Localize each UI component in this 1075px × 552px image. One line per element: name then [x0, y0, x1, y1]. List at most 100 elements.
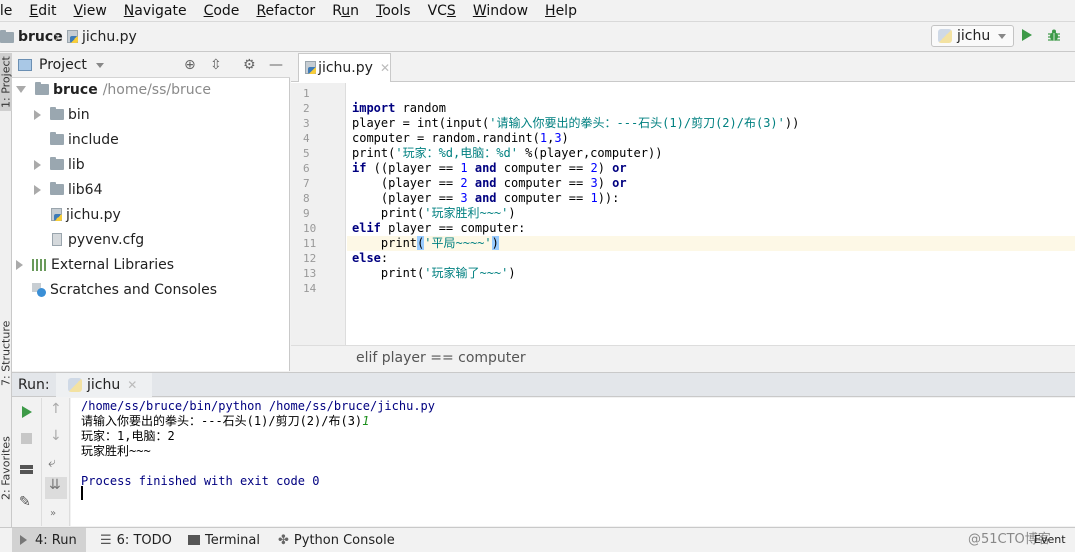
menu-vcs[interactable]: VCS [419, 3, 464, 19]
code-line[interactable]: import random [347, 101, 1075, 116]
scroll-to-end-icon[interactable]: ⇊ [45, 477, 67, 499]
run-configuration-select[interactable]: jichu [931, 25, 1014, 47]
menu-code[interactable]: Code [195, 3, 248, 19]
tree-item-label: Scratches and Consoles [50, 281, 217, 298]
menu-tools[interactable]: Tools [367, 3, 419, 19]
run-icon[interactable] [1022, 29, 1032, 41]
arrow-up-icon[interactable]: ↑ [50, 401, 62, 417]
run-tab-label: jichu [87, 377, 121, 393]
python-file-icon [304, 61, 317, 75]
stop-icon[interactable] [21, 433, 32, 444]
tool-tab-label: 4: Run [35, 532, 77, 548]
collapse-icon[interactable]: ⇳ [210, 57, 222, 73]
python-icon: ✤ [278, 532, 289, 548]
tree-item-bruce[interactable]: bruce /home/ss/bruce [16, 77, 211, 102]
menu-navigate[interactable]: Navigate [115, 3, 195, 19]
code-line[interactable]: player = int(input('请输入你要出的拳头：---石头(1)/剪… [347, 116, 1075, 131]
tree-item-jichu-py[interactable]: jichu.py [50, 202, 121, 227]
editor-tab-jichu-py[interactable]: jichu.py ✕ [298, 53, 391, 82]
menu-edit[interactable]: Edit [20, 3, 64, 19]
code-line[interactable]: computer = random.randint(1,3) [347, 131, 1075, 146]
line-number: 7 [303, 177, 310, 190]
menu-file[interactable]: ile [0, 3, 20, 19]
tree-item-bin[interactable]: bin [34, 102, 90, 127]
line-number: 3 [303, 117, 310, 130]
rerun-icon[interactable] [22, 406, 32, 418]
run-toolbar-primary: ✎ [12, 398, 42, 526]
libraries-icon [32, 258, 46, 271]
side-tab-project[interactable]: 1: Project [0, 53, 13, 111]
tree-item-lib64[interactable]: lib64 [34, 177, 102, 202]
run-panel-header: Run: jichu ✕ [12, 372, 1075, 397]
code-line[interactable]: print('平局~~~~') [347, 236, 1075, 251]
side-tab-structure[interactable]: 7: Structure [0, 308, 13, 398]
tree-item-pyvenv-cfg[interactable]: pyvenv.cfg [50, 227, 144, 252]
console-user-input: 1 [362, 414, 370, 428]
soft-wrap-icon[interactable]: ⤶ [48, 455, 56, 471]
locate-icon[interactable]: ⊕ [184, 57, 196, 73]
project-icon [18, 59, 32, 71]
tool-tab-run[interactable]: 4: Run [12, 528, 86, 552]
code-line[interactable]: print('玩家胜利~~~') [347, 206, 1075, 221]
debug-icon[interactable] [1048, 29, 1060, 42]
close-icon[interactable]: ✕ [127, 378, 137, 392]
line-number: 11 [303, 237, 317, 250]
code-area[interactable]: import random player = int(input('请输入你要出的… [347, 83, 1075, 345]
menu-bar: ile Edit View Navigate Code Refactor Run… [0, 0, 1075, 22]
tree-item-label: pyvenv.cfg [68, 231, 145, 248]
line-number-gutter: 1 2 3 4 5 6 7 8 9 10 11 12 13 14 [291, 83, 346, 345]
menu-help[interactable]: Help [536, 3, 585, 19]
tree-item-label: bin [68, 106, 90, 123]
line-number: 2 [303, 102, 310, 115]
tree-item-include[interactable]: include [34, 127, 119, 152]
python-icon [938, 29, 952, 43]
breadcrumb-file-label: jichu.py [82, 29, 137, 45]
pin-icon[interactable]: ✎ [19, 494, 31, 510]
tree-item-scratches[interactable]: Scratches and Consoles [32, 277, 217, 302]
project-view-selector[interactable]: Project [18, 57, 104, 73]
tree-item-lib[interactable]: lib [34, 152, 85, 177]
minimize-icon[interactable]: — [269, 57, 283, 73]
arrow-down-icon[interactable]: ↓ [50, 428, 62, 444]
code-line[interactable]: else: [347, 251, 1075, 266]
symlink-folder-icon [50, 182, 64, 195]
code-line[interactable] [347, 86, 1075, 101]
tool-tab-terminal[interactable]: Terminal [180, 528, 268, 552]
code-editor: jichu.py ✕ 1 2 3 4 5 6 7 8 9 10 11 12 13 14 import ra… [291, 53, 1075, 371]
project-panel-header: Project ⊕ ⇳ ⚙ — [12, 53, 290, 78]
more-icon[interactable]: » [50, 508, 56, 519]
close-icon[interactable]: ✕ [380, 61, 390, 75]
console-caret [81, 486, 83, 500]
event-log-button[interactable]: Event [1034, 533, 1066, 546]
tree-item-label: bruce [53, 81, 98, 98]
chevron-down-icon [95, 62, 104, 68]
tree-item-external-libraries[interactable]: External Libraries [16, 252, 174, 277]
menu-refactor[interactable]: Refactor [247, 3, 323, 19]
terminal-icon [188, 535, 200, 545]
side-tab-favorites[interactable]: 2: Favorites [0, 418, 13, 518]
line-number: 13 [303, 267, 317, 280]
line-number: 14 [303, 282, 317, 295]
left-tool-strip: 1: Project 7: Structure 2: Favorites [0, 53, 13, 527]
console-output[interactable]: /home/ss/bruce/bin/python /home/ss/bruce… [71, 398, 1075, 526]
code-line[interactable]: (player == 3 and computer == 1)): [347, 191, 1075, 206]
tool-tab-todo[interactable]: ☰ 6: TODO [92, 528, 180, 552]
code-line[interactable]: print('玩家：%d,电脑：%d' %(player,computer)) [347, 146, 1075, 161]
menu-window[interactable]: Window [464, 3, 536, 19]
python-file-icon [66, 30, 78, 44]
menu-view[interactable]: View [65, 3, 115, 19]
code-line[interactable]: if ((player == 1 and computer == 2) or [347, 161, 1075, 176]
menu-run[interactable]: Run [323, 3, 367, 19]
code-breadcrumb-bar: elif player == computer [291, 345, 1075, 371]
gear-icon[interactable]: ⚙ [243, 57, 256, 73]
breadcrumb-file[interactable]: jichu.py [66, 29, 137, 45]
layout-icon[interactable] [20, 465, 33, 474]
code-line[interactable]: print('玩家输了~~~') [347, 266, 1075, 281]
code-line[interactable]: (player == 2 and computer == 3) or [347, 176, 1075, 191]
run-tab-jichu[interactable]: jichu ✕ [56, 373, 152, 397]
code-line[interactable] [347, 281, 1075, 296]
code-line[interactable]: elif player == computer: [347, 221, 1075, 236]
expand-icon [16, 259, 23, 270]
tool-tab-python-console[interactable]: ✤ Python Console [270, 528, 403, 552]
code-breadcrumb[interactable]: elif player == computer [356, 350, 526, 366]
